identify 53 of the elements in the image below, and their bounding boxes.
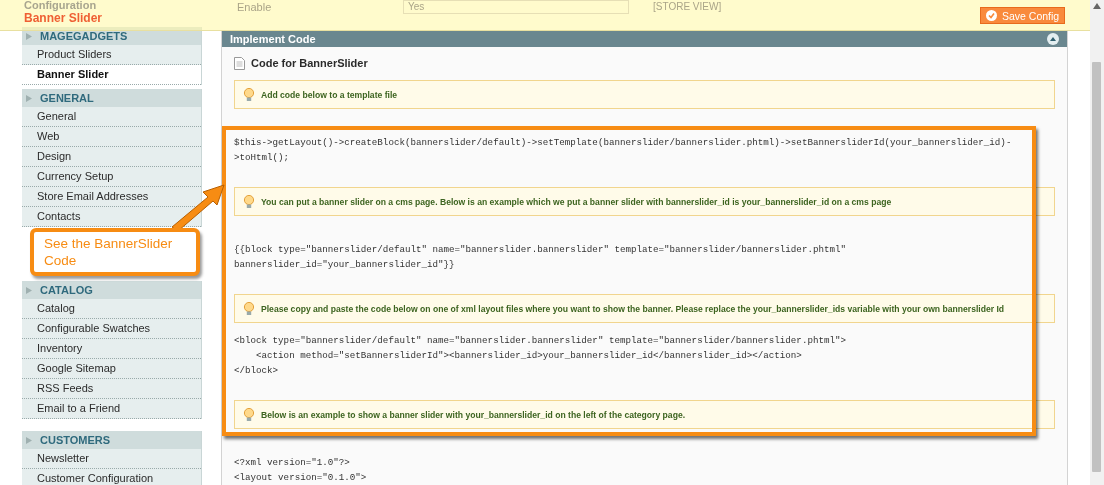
sidebar-item[interactable]: Newsletter: [22, 449, 201, 469]
code-line: <action method="setBannersliderId"><bannerslider_id>your_bannerslider_id</bannerslider_id></action>: [255, 349, 803, 363]
sidebar-item[interactable]: Inventory: [22, 339, 201, 359]
triangle-icon: [26, 32, 32, 40]
page-title: Banner Slider: [24, 11, 103, 25]
sidebar-item[interactable]: General: [22, 107, 201, 127]
triangle-icon: [26, 436, 32, 444]
lightbulb-icon: [243, 87, 255, 102]
sidebar-item[interactable]: Configurable Swatches: [22, 319, 201, 339]
sidebar-item[interactable]: Catalog: [22, 299, 201, 319]
section-title: CATALOG: [40, 284, 93, 296]
sidebar-item[interactable]: Web: [22, 127, 201, 147]
code-line: <?xml version="1.0"?>: [234, 456, 351, 470]
sidebar-item[interactable]: Email to a Friend: [22, 399, 201, 419]
triangle-icon: [26, 94, 32, 102]
scope-label: [STORE VIEW]: [653, 1, 722, 12]
sidebar-item[interactable]: RSS Feeds: [22, 379, 201, 399]
section-title: CUSTOMERS: [40, 434, 111, 446]
notice-text: Please copy and paste the code below on one of xml layout files where you want to show the banner. Please replace the your_bannerslider_ids variable with your own bannerslider Id: [261, 303, 1005, 314]
code-line: $this->getLayout()->createBlock(bannerslider/default)->setTemplate(bannerslider/bannerslider.phtml)->setBannersliderId(your_bannerslider_id)-: [234, 136, 1013, 150]
code-line: <block type="bannerslider/default" name="bannerslider.bannerslider" template="bannerslider/bannerslider.phtml">: [234, 334, 847, 348]
code-line: {{block type="bannerslider/default" name="bannerslider.bannerslider" template="bannerslider/bannerslider.phtml": [234, 243, 847, 257]
section-title: MAGEGADGETS: [40, 30, 128, 42]
lightbulb-icon: [243, 407, 255, 422]
notice-text: Add code below to a template file: [261, 89, 398, 100]
sidebar-item[interactable]: Product Sliders: [22, 45, 201, 65]
notice-text: Below is an example to show a banner slider with your_bannerslider_id on the left of the category page.: [261, 409, 686, 420]
page-section-title: Configuration: [24, 0, 97, 11]
sidebar-item[interactable]: Customer Configuration: [22, 469, 201, 485]
callout-note: See the BannerSlider Code: [30, 228, 200, 276]
scroll-up-icon[interactable]: [1093, 3, 1101, 9]
section-subtitle: Code for BannerSlider: [251, 57, 368, 69]
panel-title: Implement Code: [230, 32, 316, 45]
scrollbar-thumb[interactable]: [1092, 62, 1101, 472]
code-line: </block>: [234, 364, 280, 378]
document-icon: [234, 56, 245, 70]
sidebar-item[interactable]: Design: [22, 147, 201, 167]
sidebar-item[interactable]: Currency Setup: [22, 167, 201, 187]
code-line: bannerslider_id="your_bannerslider_id"}}: [234, 258, 456, 272]
sidebar-item[interactable]: Contacts: [22, 207, 201, 227]
collapse-icon[interactable]: [1047, 32, 1059, 45]
sidebar-item[interactable]: Google Sitemap: [22, 359, 201, 379]
section-title: GENERAL: [40, 92, 94, 104]
field-label: Enable: [237, 1, 272, 13]
lightbulb-icon: [243, 194, 255, 209]
sidebar-item[interactable]: Store Email Addresses: [22, 187, 201, 207]
scrollbar[interactable]: [1090, 0, 1104, 485]
lightbulb-icon: [243, 301, 255, 316]
check-icon: [986, 10, 997, 21]
code-line: >toHtml();: [234, 151, 291, 165]
notice-text: You can put a banner slider on a cms page. Below is an example which we put a banner slider with bannerslider_id is your_bannerslider_id on a cms page: [261, 196, 892, 207]
triangle-icon: [26, 286, 32, 294]
code-line: <layout version="0.1.0">: [234, 471, 368, 485]
